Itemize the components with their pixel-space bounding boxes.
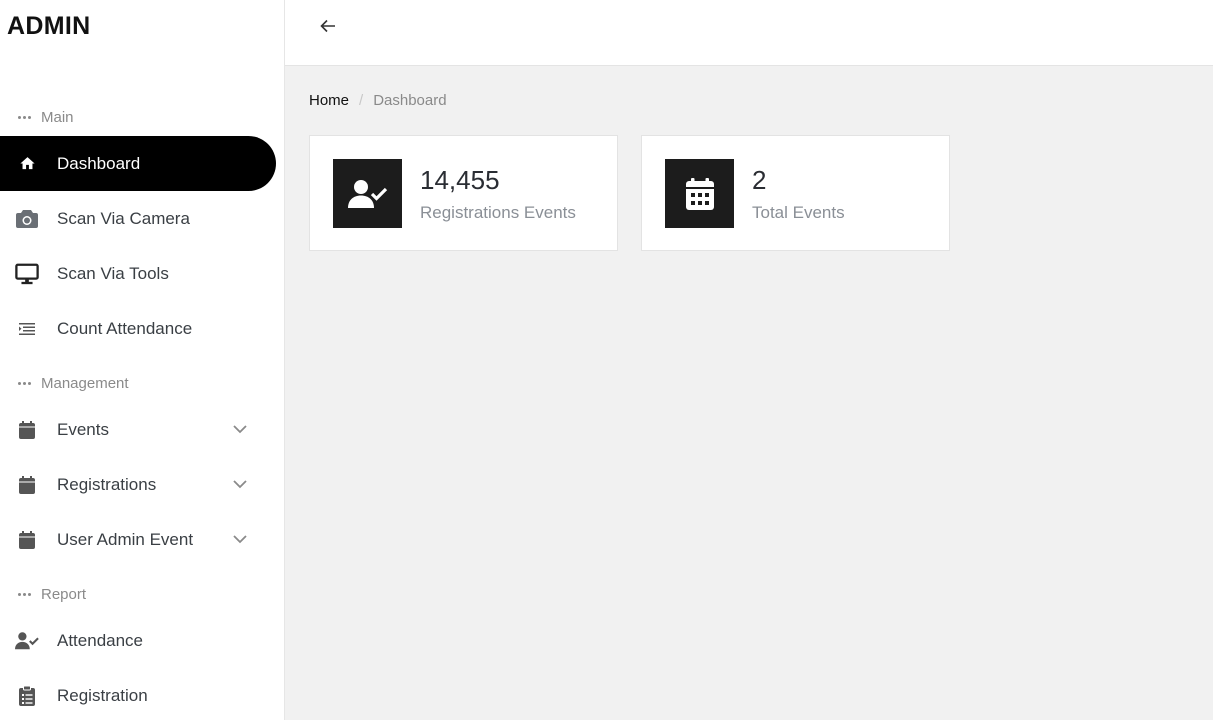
sidebar-section-report: Report xyxy=(18,584,86,604)
sidebar-item-label: Registrations xyxy=(57,474,157,494)
stat-label: Total Events xyxy=(752,203,845,222)
monitor-icon xyxy=(15,262,39,286)
app-root: ADMIN Main Dashboard Scan Via Camera Sca… xyxy=(0,0,1213,720)
back-button[interactable] xyxy=(318,16,338,36)
stat-value: 14,455 xyxy=(420,165,500,195)
chevron-down-icon[interactable] xyxy=(232,476,248,492)
chevron-down-icon[interactable] xyxy=(232,531,248,547)
calendar-icon xyxy=(15,418,39,442)
breadcrumb-home-link[interactable]: Home xyxy=(309,92,349,109)
sidebar-item-label: User Admin Event xyxy=(57,529,194,549)
dots-icon xyxy=(18,115,31,119)
sidebar-item-label: Dashboard xyxy=(57,153,141,173)
sidebar-section-management: Management xyxy=(18,373,129,393)
stat-label: Registrations Events xyxy=(420,203,576,222)
arrow-left-icon xyxy=(320,19,335,33)
sidebar-item-attendance[interactable]: Attendance xyxy=(0,613,276,668)
sidebar-item-scan-via-camera[interactable]: Scan Via Camera xyxy=(0,191,276,246)
sidebar-item-scan-via-tools[interactable]: Scan Via Tools xyxy=(0,246,276,301)
stat-value: 2 xyxy=(752,165,767,195)
section-label: Main xyxy=(41,108,74,126)
dots-icon xyxy=(18,592,31,596)
calendar-icon xyxy=(665,159,734,228)
sidebar-item-label: Scan Via Camera xyxy=(57,208,190,228)
user-check-icon xyxy=(15,629,39,653)
clipboard-list-icon xyxy=(15,684,39,708)
stat-card-registrations-events: 14,455 Registrations Events xyxy=(309,135,618,251)
sidebar: ADMIN Main Dashboard Scan Via Camera Sca… xyxy=(0,0,285,720)
section-label: Report xyxy=(41,585,87,603)
sidebar-item-user-admin-event[interactable]: User Admin Event xyxy=(0,512,276,567)
home-icon xyxy=(15,152,39,176)
sidebar-section-main: Main xyxy=(18,107,74,127)
calendar-icon xyxy=(15,528,39,552)
sidebar-item-label: Events xyxy=(57,419,109,439)
sidebar-item-label: Registration xyxy=(57,685,148,705)
sidebar-item-label: Attendance xyxy=(57,630,144,650)
sidebar-item-label: Scan Via Tools xyxy=(57,263,169,283)
stat-card-total-events: 2 Total Events xyxy=(641,135,950,251)
breadcrumb-current: Dashboard xyxy=(373,92,447,109)
breadcrumb-separator: / xyxy=(359,92,364,109)
sidebar-item-registrations[interactable]: Registrations xyxy=(0,457,276,512)
user-check-icon xyxy=(333,159,402,228)
sidebar-item-registration[interactable]: Registration xyxy=(0,668,276,720)
breadcrumb: Home / Dashboard xyxy=(309,92,447,109)
calendar-icon xyxy=(15,473,39,497)
sidebar-item-dashboard[interactable]: Dashboard xyxy=(0,136,276,191)
sidebar-item-events[interactable]: Events xyxy=(0,402,276,457)
topbar xyxy=(285,0,1213,66)
chevron-down-icon[interactable] xyxy=(232,421,248,437)
section-label: Management xyxy=(41,374,129,392)
list-indent-icon xyxy=(15,317,39,341)
dots-icon xyxy=(18,381,31,385)
sidebar-item-label: Count Attendance xyxy=(57,318,193,338)
sidebar-item-count-attendance[interactable]: Count Attendance xyxy=(0,301,276,356)
brand-title: ADMIN xyxy=(7,12,91,40)
camera-icon xyxy=(15,207,39,231)
